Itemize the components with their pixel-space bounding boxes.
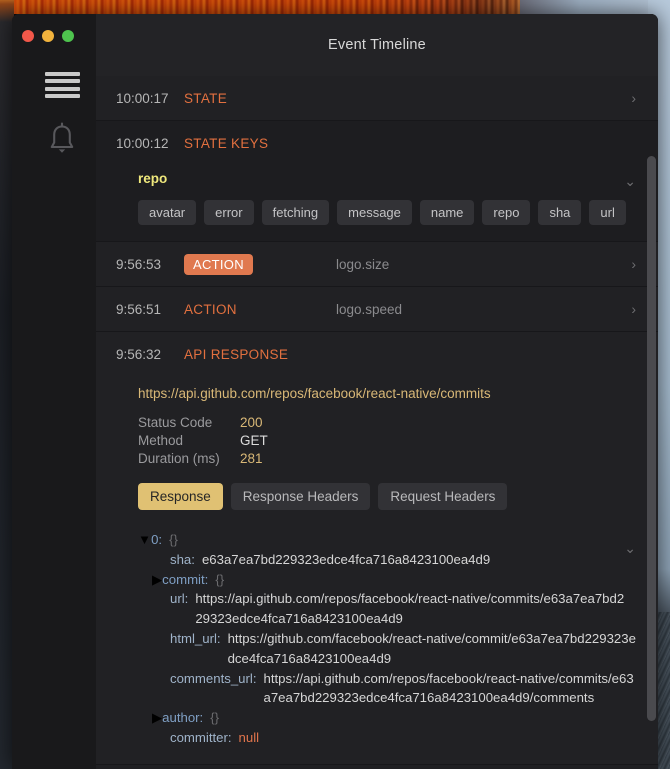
- event-header[interactable]: 10:00:17 STATE ›: [96, 76, 658, 120]
- event-header[interactable]: 9:56:51 ACTION logo.speed ›: [96, 287, 658, 331]
- meta-value: 281: [240, 451, 263, 466]
- chevron-right-icon[interactable]: ›: [631, 257, 636, 271]
- json-node-comments-url: comments_url: https://api.github.com/rep…: [138, 669, 638, 709]
- event-label: logo.speed: [336, 301, 403, 317]
- close-button[interactable]: [22, 30, 34, 42]
- minimize-button[interactable]: [42, 30, 54, 42]
- hamburger-menu-icon[interactable]: [45, 72, 80, 98]
- meta-key: Duration (ms): [138, 451, 220, 466]
- event-type-badge: ACTION: [184, 253, 253, 275]
- json-node-sha: sha: e63a7ea7bd229323edce4fca716a8423100…: [138, 550, 638, 570]
- event-label: logo.size: [336, 256, 390, 272]
- tab-response[interactable]: Response: [138, 483, 223, 510]
- event-timestamp: 9:56:32: [116, 346, 162, 362]
- json-value: https://api.github.com/repos/facebook/re…: [263, 670, 634, 706]
- json-node-url: url: https://api.github.com/repos/facebo…: [138, 589, 638, 629]
- state-key-chip[interactable]: repo: [482, 200, 531, 225]
- json-key: committer:: [170, 729, 232, 745]
- json-value: https://api.github.com/repos/facebook/re…: [195, 591, 625, 627]
- json-key: 0:: [151, 532, 163, 547]
- meta-key: Status Code: [138, 415, 213, 430]
- tab-request-headers[interactable]: Request Headers: [378, 483, 508, 510]
- bell-icon[interactable]: [48, 122, 76, 156]
- event-header[interactable]: 9:56:32 API RESPONSE ⌄: [96, 332, 658, 555]
- json-value: null: [238, 729, 260, 745]
- event-body: repo avatar error fetching message name …: [96, 165, 658, 241]
- state-key-chip[interactable]: name: [419, 200, 475, 225]
- json-key: sha:: [170, 551, 195, 567]
- scrollbar-thumb[interactable]: [647, 156, 656, 721]
- json-node-root[interactable]: ▼ 0: {}: [138, 530, 638, 550]
- state-key-chip[interactable]: fetching: [261, 200, 330, 225]
- triangle-down-icon[interactable]: ▼: [138, 530, 151, 550]
- chevron-right-icon[interactable]: ›: [631, 302, 636, 316]
- api-response-tabs: Response Response Headers Request Header…: [116, 469, 638, 516]
- main-panel: Event Timeline 10:00:17 STATE › 10:00:12…: [96, 14, 658, 769]
- meta-value: GET: [240, 433, 268, 448]
- event-timeline-list[interactable]: 10:00:17 STATE › 10:00:12 STATE KEYS ⌄ r…: [96, 76, 658, 769]
- json-key: url:: [170, 591, 189, 607]
- json-key: author:: [162, 710, 204, 726]
- zoom-button[interactable]: [62, 30, 74, 42]
- scrollbar-track[interactable]: [646, 76, 658, 769]
- meta-row-method: Method GET: [116, 433, 638, 451]
- json-value: {}: [210, 710, 220, 726]
- json-value: {}: [215, 571, 225, 587]
- event-timestamp: 9:56:53: [116, 256, 162, 272]
- event-type: ACTION: [184, 301, 237, 317]
- json-value: https://github.com/facebook/react-native…: [227, 630, 636, 666]
- meta-value: 200: [240, 415, 263, 430]
- event-row-api-response[interactable]: 9:56:32 API RESPONSE ⌄ https://api.githu…: [96, 332, 658, 765]
- sidebar-rail: [12, 14, 96, 769]
- title-bar: Event Timeline: [96, 14, 658, 77]
- window-traffic-lights: [22, 30, 74, 42]
- json-value: e63a7ea7bd229323edce4fca716a8423100ea4d9: [201, 551, 491, 567]
- api-request-url[interactable]: https://api.github.com/repos/facebook/re…: [116, 376, 638, 415]
- json-node-author[interactable]: ▶ author: {}: [138, 708, 638, 728]
- event-timestamp: 10:00:17: [116, 90, 169, 106]
- event-row-state-keys[interactable]: 10:00:12 STATE KEYS ⌄ repo avatar error …: [96, 121, 658, 242]
- event-type: API RESPONSE: [184, 346, 289, 362]
- chevron-right-icon[interactable]: ›: [631, 91, 636, 105]
- json-tree-viewer[interactable]: ▼ 0: {} sha: e63a7ea7bd229323edce4fca716…: [116, 516, 638, 748]
- state-keys-chip-list: avatar error fetching message name repo …: [116, 200, 638, 225]
- chevron-down-icon[interactable]: ⌄: [624, 541, 636, 555]
- state-key-chip[interactable]: avatar: [138, 200, 197, 225]
- app-window: Event Timeline 10:00:17 STATE › 10:00:12…: [12, 14, 658, 769]
- state-key-chip[interactable]: url: [589, 200, 626, 225]
- page-title: Event Timeline: [328, 37, 426, 53]
- event-row-action-logo-speed[interactable]: 9:56:51 ACTION logo.speed ›: [96, 287, 658, 332]
- chevron-down-icon[interactable]: ⌄: [624, 174, 636, 188]
- tab-response-headers[interactable]: Response Headers: [230, 483, 371, 510]
- api-response-body: https://api.github.com/repos/facebook/re…: [96, 376, 658, 764]
- state-key-chip[interactable]: message: [337, 200, 412, 225]
- event-header[interactable]: 10:00:12 STATE KEYS ⌄: [96, 121, 658, 189]
- state-keys-group-label: repo: [138, 171, 168, 186]
- json-node-html-url: html_url: https://github.com/facebook/re…: [138, 629, 638, 669]
- event-type: STATE KEYS: [184, 135, 269, 151]
- json-node-committer: committer: null: [138, 728, 638, 748]
- event-type: STATE: [184, 90, 228, 106]
- json-key: commit:: [162, 571, 209, 587]
- json-node-commit[interactable]: ▶ commit: {}: [138, 570, 638, 590]
- json-key: comments_url:: [170, 670, 257, 686]
- event-timestamp: 10:00:12: [116, 135, 169, 151]
- json-key: html_url:: [170, 630, 221, 646]
- event-timestamp: 9:56:51: [116, 301, 162, 317]
- meta-row-duration: Duration (ms) 281: [116, 451, 638, 469]
- triangle-right-icon[interactable]: ▶: [152, 708, 162, 728]
- triangle-right-icon[interactable]: ▶: [152, 570, 162, 590]
- state-key-chip[interactable]: sha: [538, 200, 582, 225]
- state-key-chip[interactable]: error: [204, 200, 254, 225]
- event-row-state[interactable]: 10:00:17 STATE ›: [96, 76, 658, 121]
- json-value: {}: [169, 532, 178, 547]
- event-header[interactable]: 9:56:53 ACTION logo.size ›: [96, 242, 658, 286]
- event-row-action-logo-size[interactable]: 9:56:53 ACTION logo.size ›: [96, 242, 658, 287]
- meta-row-status-code: Status Code 200: [116, 415, 638, 433]
- meta-key: Method: [138, 433, 184, 448]
